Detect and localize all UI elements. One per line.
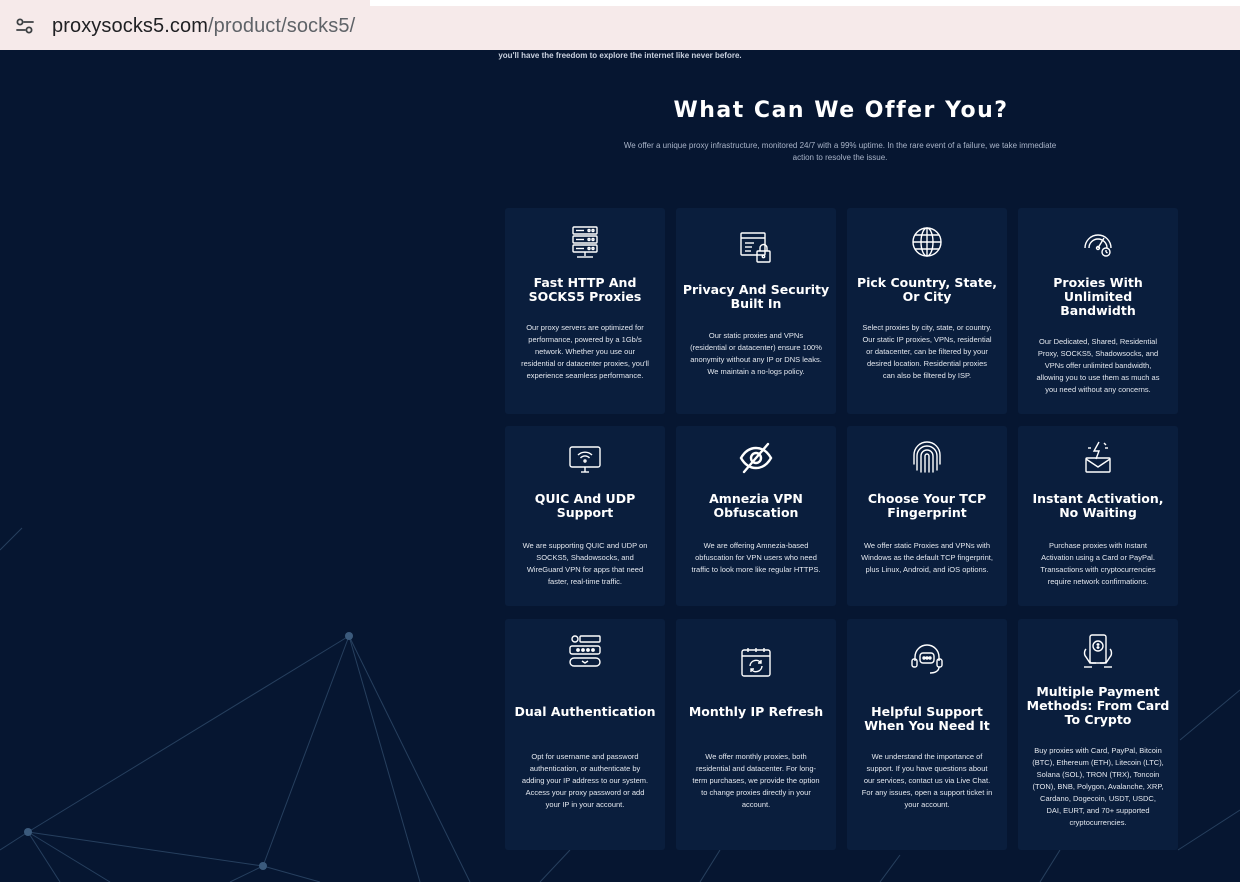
intro-cut-text: you'll have the freedom to explore the i… <box>498 51 742 60</box>
feature-title: Dual Authentication <box>514 704 656 719</box>
feature-title: Fast HTTP And SOCKS5 Proxies <box>528 275 642 304</box>
feature-desc: Select proxies by city, state, or countr… <box>862 323 992 380</box>
section-subtitle: We offer a unique proxy infrastructure, … <box>623 141 1057 162</box>
url-text[interactable]: proxysocks5.com/product/socks5/ <box>52 15 355 38</box>
feature-card-payment-methods: Multiple Payment Methods: From Card To C… <box>1018 619 1178 850</box>
feature-card-fast-proxies: Fast HTTP And SOCKS5 Proxies Our proxy s… <box>505 208 665 414</box>
feature-desc: Our static proxies and VPNs (residential… <box>690 331 822 376</box>
page-content: you'll have the freedom to explore the i… <box>0 50 1240 882</box>
feature-desc: We are supporting QUIC and UDP on SOCKS5… <box>522 541 648 586</box>
feature-desc: Buy proxies with Card, PayPal, Bitcoin (… <box>1032 746 1164 827</box>
password-key-icon <box>567 633 603 669</box>
feature-card-ip-refresh: Monthly IP Refresh We offer monthly prox… <box>676 619 836 850</box>
feature-desc: Purchase proxies with Instant Activation… <box>1040 541 1156 586</box>
url-path: /product/socks5/ <box>208 15 356 37</box>
section-title: What Can We Offer You? <box>673 98 1009 123</box>
feature-card-support: Helpful Support When You Need It We unde… <box>847 619 1007 850</box>
server-icon <box>567 224 603 260</box>
fingerprint-icon <box>909 440 945 476</box>
monitor-wifi-icon <box>567 442 603 478</box>
tune-icon[interactable] <box>14 15 36 37</box>
feature-title: Pick Country, State, Or City <box>856 275 998 304</box>
feature-card-instant-activation: Instant Activation, No Waiting Purchase … <box>1018 426 1178 606</box>
feature-desc: We understand the importance of support.… <box>861 752 993 809</box>
feature-title: Amnezia VPN Obfuscation <box>709 491 803 520</box>
globe-icon <box>909 224 945 260</box>
address-bar-background <box>370 6 1240 50</box>
features-grid: Fast HTTP And SOCKS5 Proxies Our proxy s… <box>505 208 1178 850</box>
feature-card-privacy: Privacy And Security Built In Our static… <box>676 208 836 414</box>
browser-address-bar: proxysocks5.com/product/socks5/ <box>0 0 1240 50</box>
feature-card-amnezia: Amnezia VPN Obfuscation We are offering … <box>676 426 836 606</box>
eye-slash-icon <box>738 440 774 476</box>
speedometer-icon <box>1080 224 1116 260</box>
feature-title: Helpful Support When You Need It <box>864 704 990 733</box>
feature-desc: We are offering Amnezia-based obfuscatio… <box>691 541 821 574</box>
lightning-mail-icon <box>1080 440 1116 476</box>
feature-title: Monthly IP Refresh <box>688 704 824 719</box>
feature-title: QUIC And UDP Support <box>534 491 636 520</box>
feature-card-location: Pick Country, State, Or City Select prox… <box>847 208 1007 414</box>
feature-desc: We offer monthly proxies, both residenti… <box>692 752 820 809</box>
feature-title: Choose Your TCP Fingerprint <box>867 491 987 520</box>
feature-title: Privacy And Security Built In <box>682 282 830 311</box>
mobile-payment-icon <box>1080 633 1116 669</box>
feature-title: Instant Activation, No Waiting <box>1032 491 1164 520</box>
feature-desc: Our proxy servers are optimized for perf… <box>521 323 649 380</box>
feature-desc: Opt for username and password authentica… <box>521 752 649 809</box>
calendar-refresh-icon <box>738 645 774 681</box>
feature-card-dual-auth: Dual Authentication Opt for username and… <box>505 619 665 850</box>
feature-desc: Our Dedicated, Shared, Residential Proxy… <box>1036 337 1160 394</box>
feature-desc: We offer static Proxies and VPNs with Wi… <box>861 541 993 574</box>
feature-card-quic-udp: QUIC And UDP Support We are supporting Q… <box>505 426 665 606</box>
feature-card-bandwidth: Proxies With Unlimited Bandwidth Our Ded… <box>1018 208 1178 414</box>
feature-title: Proxies With Unlimited Bandwidth <box>1053 275 1143 318</box>
feature-title: Multiple Payment Methods: From Card To C… <box>1026 684 1170 727</box>
url-host: proxysocks5.com <box>52 15 208 37</box>
security-lock-icon <box>738 230 774 266</box>
headset-chat-icon <box>909 641 945 677</box>
feature-card-tcp-fingerprint: Choose Your TCP Fingerprint We offer sta… <box>847 426 1007 606</box>
